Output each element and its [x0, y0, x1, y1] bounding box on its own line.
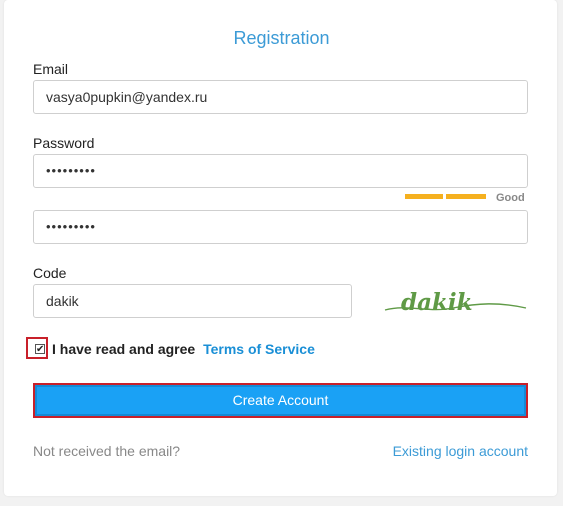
agree-label: I have read and agree — [52, 341, 196, 357]
not-received-email-link[interactable]: Not received the email? — [33, 443, 180, 459]
agree-text: I have read and agree Terms of Service — [52, 341, 315, 357]
agree-checkbox-highlight[interactable]: ✔ — [26, 337, 48, 359]
page-title: Registration — [233, 28, 330, 48]
password-strength-bar-1 — [405, 194, 443, 199]
captcha-image[interactable]: dakik — [383, 286, 528, 320]
password-strength-label: Good — [496, 192, 525, 204]
confirm-password-field[interactable]: ••••••••• — [33, 210, 528, 244]
captcha-text: dakik — [401, 289, 473, 316]
email-label: Email — [33, 61, 69, 77]
existing-login-link[interactable]: Existing login account — [393, 443, 528, 459]
create-account-button[interactable]: Create Account — [33, 383, 528, 418]
registration-card — [4, 0, 557, 496]
code-field[interactable]: dakik — [33, 284, 352, 318]
password-strength-bar-2 — [446, 194, 486, 199]
agree-checkbox[interactable]: ✔ — [35, 344, 45, 355]
password-field[interactable]: ••••••••• — [33, 154, 528, 188]
code-label: Code — [33, 265, 67, 281]
email-field[interactable]: vasya0pupkin@yandex.ru — [33, 80, 528, 114]
password-label: Password — [33, 135, 95, 151]
terms-of-service-link[interactable]: Terms of Service — [203, 341, 315, 357]
